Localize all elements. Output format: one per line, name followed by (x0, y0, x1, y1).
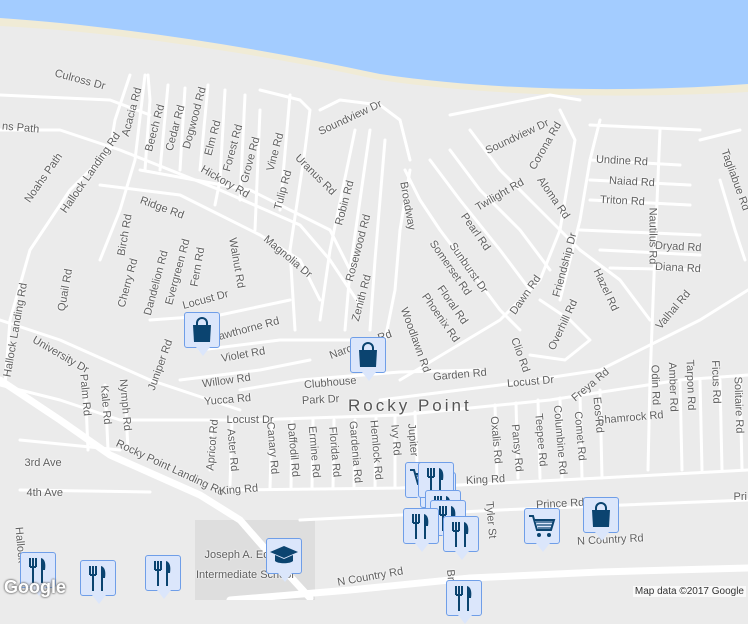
road (578, 248, 652, 322)
road (383, 168, 412, 342)
road (198, 338, 352, 352)
road (158, 83, 170, 172)
restaurant-marker[interactable] (446, 580, 482, 624)
road (646, 128, 662, 472)
road (0, 373, 748, 422)
road (238, 368, 482, 392)
restaurant-marker[interactable] (403, 508, 439, 552)
road (588, 158, 682, 167)
road (238, 93, 247, 202)
road (268, 418, 274, 490)
map-canvas[interactable] (0, 0, 748, 600)
road (403, 168, 522, 332)
road (208, 418, 214, 472)
road (178, 358, 312, 382)
road (318, 98, 412, 162)
road (598, 248, 702, 257)
restaurant-icon (89, 566, 106, 591)
restaurant-marker[interactable] (145, 555, 181, 599)
road (378, 288, 748, 402)
restaurant-icon (452, 522, 469, 547)
road (373, 416, 378, 490)
road (588, 178, 692, 187)
road (310, 418, 315, 490)
restaurant-marker[interactable] (80, 560, 116, 604)
road (0, 93, 152, 117)
road (368, 138, 387, 332)
shopping-bag-icon (359, 342, 377, 367)
road (98, 183, 322, 302)
school-marker[interactable] (266, 538, 302, 582)
road (528, 298, 592, 362)
restaurant-icon (455, 586, 472, 611)
shopping-bag-icon (193, 317, 211, 342)
restaurant-marker[interactable] (443, 516, 479, 560)
road (18, 488, 152, 494)
road (514, 401, 520, 480)
road (536, 398, 542, 480)
shopping-bag-marker[interactable] (184, 312, 220, 356)
road (738, 378, 744, 472)
road (278, 93, 292, 212)
road (558, 396, 564, 480)
road (598, 388, 604, 480)
road (558, 118, 602, 302)
shopping-cart-icon (529, 515, 556, 537)
road (588, 198, 692, 207)
road (178, 86, 187, 172)
map-attribution[interactable]: Map data ©2017 Google (632, 586, 746, 597)
shopping-bag-marker[interactable] (350, 337, 386, 381)
road (198, 83, 210, 172)
road (493, 403, 499, 480)
road (103, 383, 110, 452)
road (98, 73, 147, 262)
road (143, 73, 152, 172)
road (228, 468, 748, 492)
shopping-bag-marker[interactable] (583, 497, 619, 541)
road (253, 108, 262, 232)
road (138, 168, 352, 272)
road (578, 228, 702, 237)
road (698, 128, 742, 142)
google-logo: Google (4, 577, 66, 597)
road (331, 418, 336, 490)
road (678, 378, 684, 472)
school-icon (270, 546, 298, 564)
shopping-bag-icon (592, 502, 610, 527)
road (398, 108, 577, 382)
road (352, 418, 357, 490)
shopping-cart-marker[interactable] (524, 508, 560, 552)
road (123, 388, 130, 452)
restaurant-icon (412, 514, 429, 539)
road (578, 393, 584, 480)
road (698, 378, 704, 472)
road (148, 298, 292, 322)
road (718, 378, 724, 472)
road (718, 178, 747, 262)
road (228, 418, 234, 487)
restaurant-icon (154, 561, 171, 586)
road (289, 418, 294, 490)
road (588, 123, 702, 132)
